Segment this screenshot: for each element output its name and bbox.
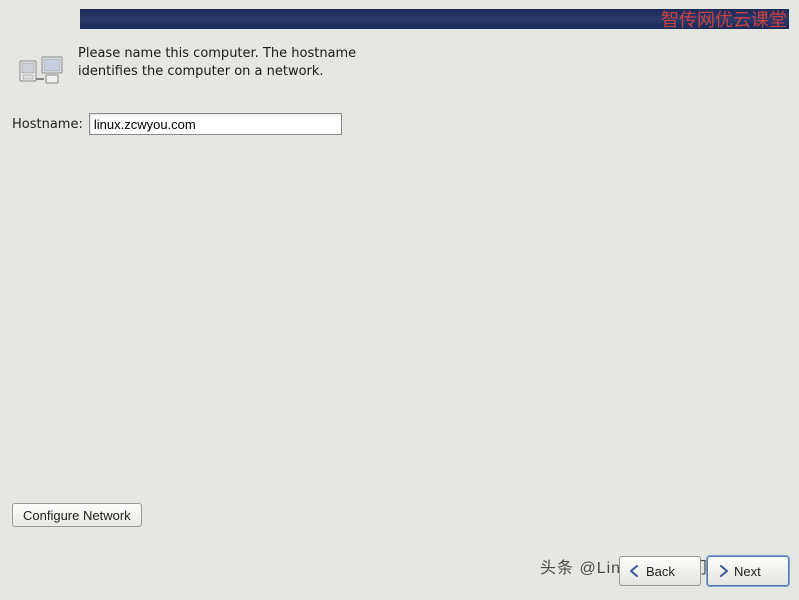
hostname-row: Hostname:	[12, 113, 342, 135]
configure-network-button[interactable]: Configure Network	[12, 503, 142, 527]
arrow-right-icon	[716, 564, 730, 578]
computer-network-icon	[18, 53, 66, 97]
description-section: Please name this computer. The hostname …	[18, 45, 358, 97]
arrow-left-icon	[628, 564, 642, 578]
hostname-label: Hostname:	[12, 117, 83, 132]
back-button[interactable]: Back	[619, 556, 701, 586]
next-button[interactable]: Next	[707, 556, 789, 586]
watermark-top: 智传网优云课堂	[661, 6, 787, 32]
back-label: Back	[646, 564, 675, 579]
navigation-buttons: Back Next	[619, 556, 789, 586]
description-text: Please name this computer. The hostname …	[78, 45, 358, 97]
next-label: Next	[734, 564, 761, 579]
hostname-input[interactable]	[89, 113, 342, 135]
